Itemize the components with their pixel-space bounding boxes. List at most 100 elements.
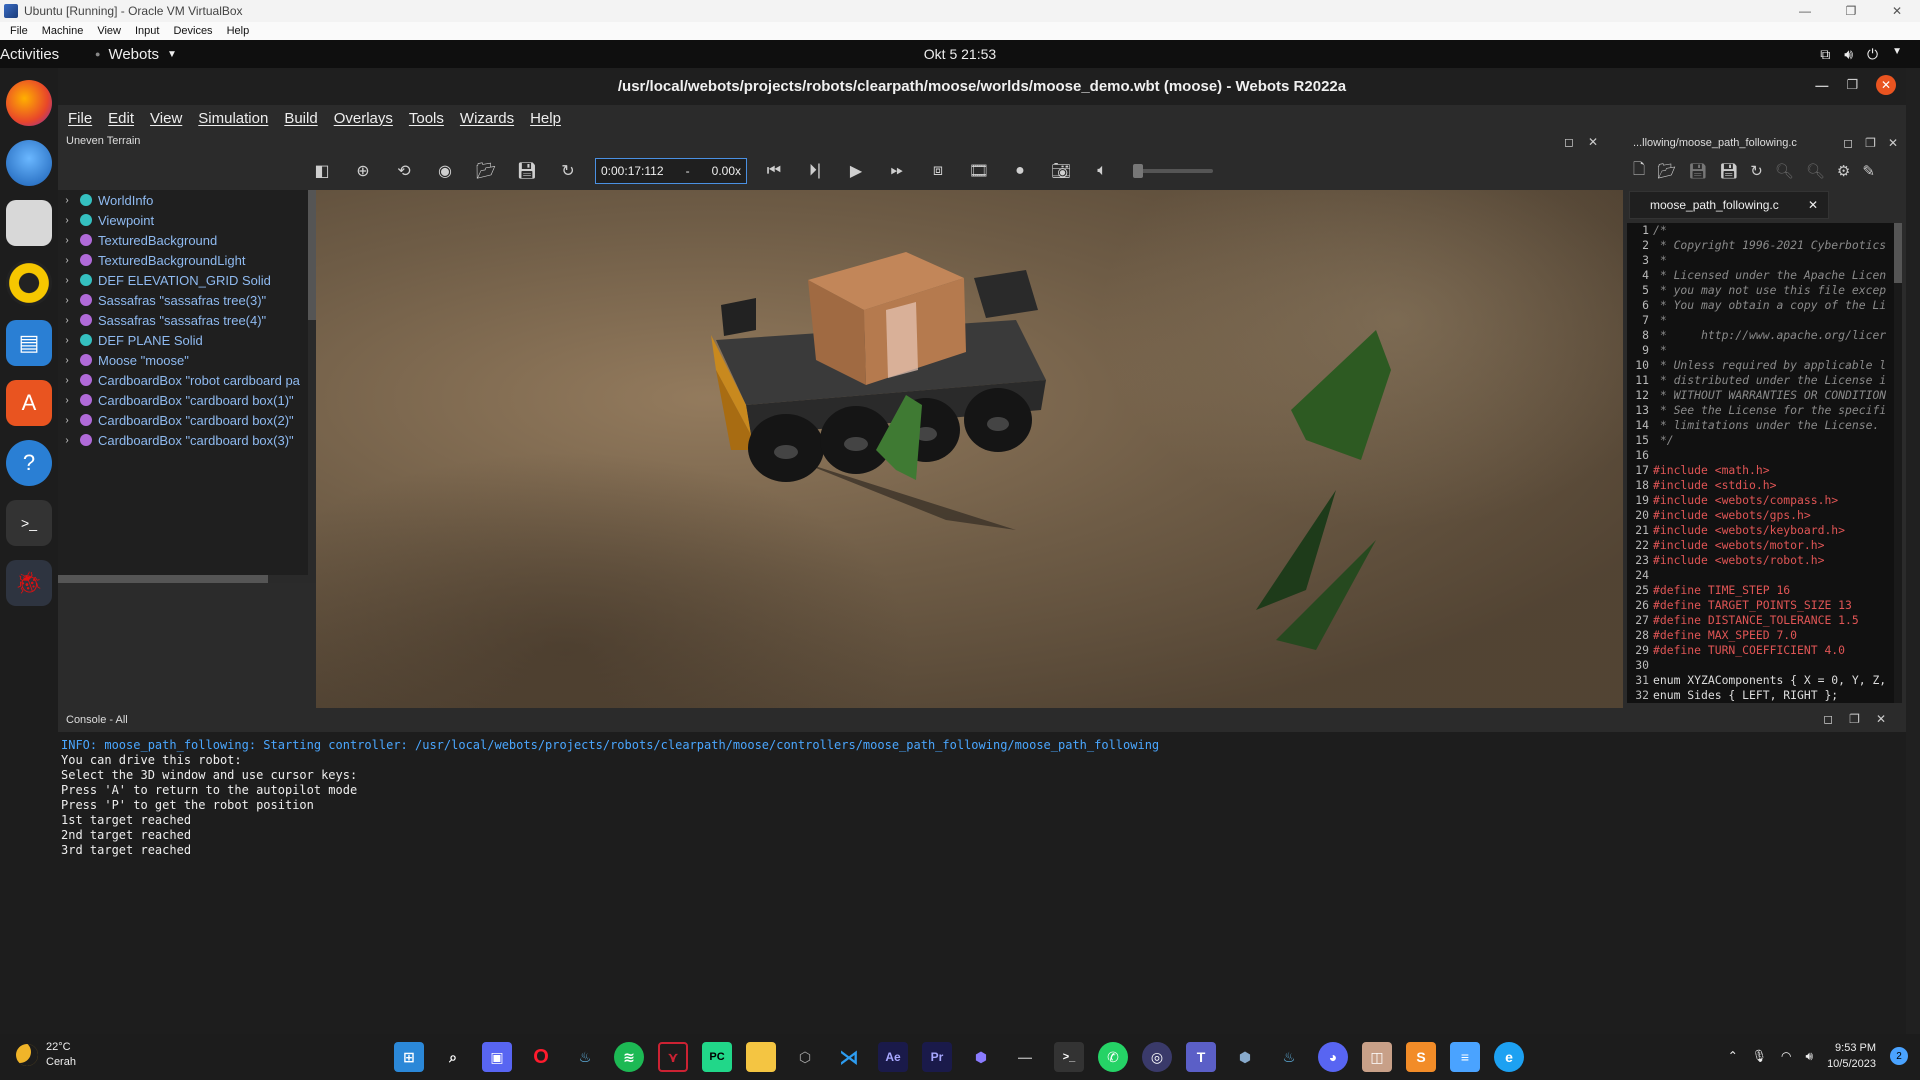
close-editor-icon[interactable]: ✕ xyxy=(1888,136,1898,150)
taskbar-datetime[interactable]: 9:53 PM 10/5/2023 xyxy=(1827,1040,1876,1072)
chevron-down-icon[interactable]: ▼ xyxy=(1892,46,1902,63)
wifi-icon[interactable]: ◠ xyxy=(1781,1049,1791,1063)
steam-icon[interactable]: ♨ xyxy=(570,1042,600,1072)
start-icon[interactable]: ⊞ xyxy=(394,1042,424,1072)
view-rotate-icon[interactable]: ⟲ xyxy=(390,157,418,185)
revert-icon[interactable]: ↻ xyxy=(1750,162,1763,180)
rhythmbox-icon[interactable] xyxy=(6,260,52,306)
menu-view[interactable]: View xyxy=(150,110,182,127)
vb-menu-file[interactable]: File xyxy=(10,25,28,37)
expand-arrow-icon[interactable]: › xyxy=(58,275,76,286)
notification-badge[interactable]: 2 xyxy=(1890,1047,1908,1065)
maximize-icon[interactable]: ❐ xyxy=(1828,0,1874,22)
vb-menu-input[interactable]: Input xyxy=(135,25,159,37)
network-icon[interactable]: ⧉ xyxy=(1820,46,1830,63)
vb-menu-view[interactable]: View xyxy=(97,25,121,37)
microphone-icon[interactable]: 🎙︎ xyxy=(1752,1049,1767,1063)
expand-arrow-icon[interactable]: › xyxy=(58,215,76,226)
expand-arrow-icon[interactable]: › xyxy=(58,235,76,246)
obs-icon[interactable]: ◎ xyxy=(1142,1042,1172,1072)
premiere-icon[interactable]: Pr xyxy=(922,1042,952,1072)
virtualbox-taskbar-icon[interactable]: ⬢ xyxy=(1230,1042,1260,1072)
editor-tab[interactable]: moose_path_following.c ✕ xyxy=(1629,191,1829,219)
weather-widget[interactable]: 22°C Cerah xyxy=(16,1040,76,1070)
float-panel-icon[interactable]: ◻ xyxy=(1564,135,1574,149)
scene-tree-node[interactable]: › WorldInfo xyxy=(58,190,316,210)
scene-tree-node[interactable]: › CardboardBox "cardboard box(2)" xyxy=(58,410,316,430)
close-icon[interactable]: ✕ xyxy=(1876,75,1896,95)
chevron-up-icon[interactable]: ⌃ xyxy=(1728,1049,1738,1063)
power-icon[interactable]: ⏻ xyxy=(1867,46,1878,63)
3d-viewport[interactable] xyxy=(316,190,1623,711)
steam-taskbar-icon[interactable]: ♨ xyxy=(1274,1042,1304,1072)
menu-wizards[interactable]: Wizards xyxy=(460,110,514,127)
after-effects-icon[interactable]: Ae xyxy=(878,1042,908,1072)
webots-icon[interactable]: 🐞︎ xyxy=(6,560,52,606)
build-settings-icon[interactable]: ⚙ xyxy=(1837,162,1850,180)
menu-build[interactable]: Build xyxy=(284,110,317,127)
reload-world-icon[interactable]: ↻ xyxy=(554,157,582,185)
movie-icon[interactable]: 🎞︎ xyxy=(965,157,993,185)
restore-editor-icon[interactable]: ❐ xyxy=(1865,136,1876,150)
teams-icon[interactable]: T xyxy=(1186,1042,1216,1072)
hide-scene-tree-icon[interactable]: ◧ xyxy=(308,157,336,185)
scene-tree-horizontal-scrollbar[interactable] xyxy=(58,575,316,583)
eye-icon[interactable]: ◉ xyxy=(431,157,459,185)
opera-icon[interactable]: O xyxy=(526,1042,556,1072)
minimized-app-icon[interactable]: — xyxy=(1010,1042,1040,1072)
thunderbird-icon[interactable] xyxy=(6,140,52,186)
minimize-icon[interactable]: — xyxy=(1815,78,1828,93)
scene-tree-node[interactable]: › DEF PLANE Solid xyxy=(58,330,316,350)
spotify-icon[interactable]: ≋ xyxy=(614,1042,644,1072)
scene-tree-node[interactable]: › DEF ELEVATION_GRID Solid xyxy=(58,270,316,290)
help-icon[interactable]: ? xyxy=(6,440,52,486)
float-editor-icon[interactable]: ◻ xyxy=(1843,136,1853,150)
menu-help[interactable]: Help xyxy=(530,110,561,127)
expand-arrow-icon[interactable]: › xyxy=(58,315,76,326)
libreoffice-writer-icon[interactable]: ▤ xyxy=(6,320,52,366)
system-clock[interactable]: Okt 5 21:53 xyxy=(0,46,1920,62)
open-file-icon[interactable]: 📂︎ xyxy=(1657,162,1676,180)
expand-arrow-icon[interactable]: › xyxy=(58,355,76,366)
close-panel-icon[interactable]: ✕ xyxy=(1588,135,1598,149)
minimize-icon[interactable]: — xyxy=(1782,0,1828,22)
scene-tree-node[interactable]: › TexturedBackground xyxy=(58,230,316,250)
expand-arrow-icon[interactable]: › xyxy=(58,295,76,306)
screenshot-icon[interactable]: 📷︎ xyxy=(1047,157,1075,185)
power-automate-icon[interactable]: ⬢ xyxy=(966,1042,996,1072)
expand-arrow-icon[interactable]: › xyxy=(58,255,76,266)
sublime-icon[interactable]: S xyxy=(1406,1042,1436,1072)
expand-arrow-icon[interactable]: › xyxy=(58,395,76,406)
vscode-icon[interactable]: ⋊ xyxy=(834,1042,864,1072)
pycharm-icon[interactable]: PC xyxy=(702,1042,732,1072)
scene-tree-node[interactable]: › CardboardBox "robot cardboard pa xyxy=(58,370,316,390)
save-as-icon[interactable]: 💾︎ xyxy=(1719,162,1738,180)
restore-icon[interactable]: ❐ xyxy=(1846,77,1858,93)
vscode-insiders-icon[interactable]: ⋎ xyxy=(658,1042,688,1072)
expand-arrow-icon[interactable]: › xyxy=(58,415,76,426)
float-console-icon[interactable]: ◻ xyxy=(1823,712,1833,726)
menu-simulation[interactable]: Simulation xyxy=(198,110,268,127)
add-node-icon[interactable]: ⊕ xyxy=(349,157,377,185)
console-output[interactable]: INFO: moose_path_following: Starting con… xyxy=(58,732,1906,864)
scene-tree-node[interactable]: › Sassafras "sassafras tree(4)" xyxy=(58,310,316,330)
menu-file[interactable]: File xyxy=(68,110,92,127)
expand-arrow-icon[interactable]: › xyxy=(58,195,76,206)
file-explorer-icon[interactable] xyxy=(746,1042,776,1072)
volume-slider[interactable] xyxy=(1133,164,1213,178)
save-file-icon[interactable]: 💾︎ xyxy=(1688,162,1707,180)
notepad-icon[interactable]: ≡ xyxy=(1450,1042,1480,1072)
code-scrollbar[interactable] xyxy=(1894,223,1902,703)
photos-icon[interactable]: ◫ xyxy=(1362,1042,1392,1072)
volume-icon[interactable]: 🔊︎ xyxy=(1844,46,1853,63)
new-file-icon[interactable]: 🗋︎ xyxy=(1633,159,1645,184)
scene-tree-vertical-scrollbar[interactable] xyxy=(308,190,316,583)
firefox-icon[interactable] xyxy=(6,80,52,126)
software-center-icon[interactable]: A xyxy=(6,380,52,426)
vb-menu-help[interactable]: Help xyxy=(227,25,250,37)
close-console-icon[interactable]: ✕ xyxy=(1876,712,1886,726)
vb-menu-devices[interactable]: Devices xyxy=(173,25,212,37)
search-icon[interactable]: ⌕ xyxy=(438,1042,468,1072)
close-tab-icon[interactable]: ✕ xyxy=(1808,198,1818,212)
scene-tree-node[interactable]: › CardboardBox "cardboard box(3)" xyxy=(58,430,316,450)
